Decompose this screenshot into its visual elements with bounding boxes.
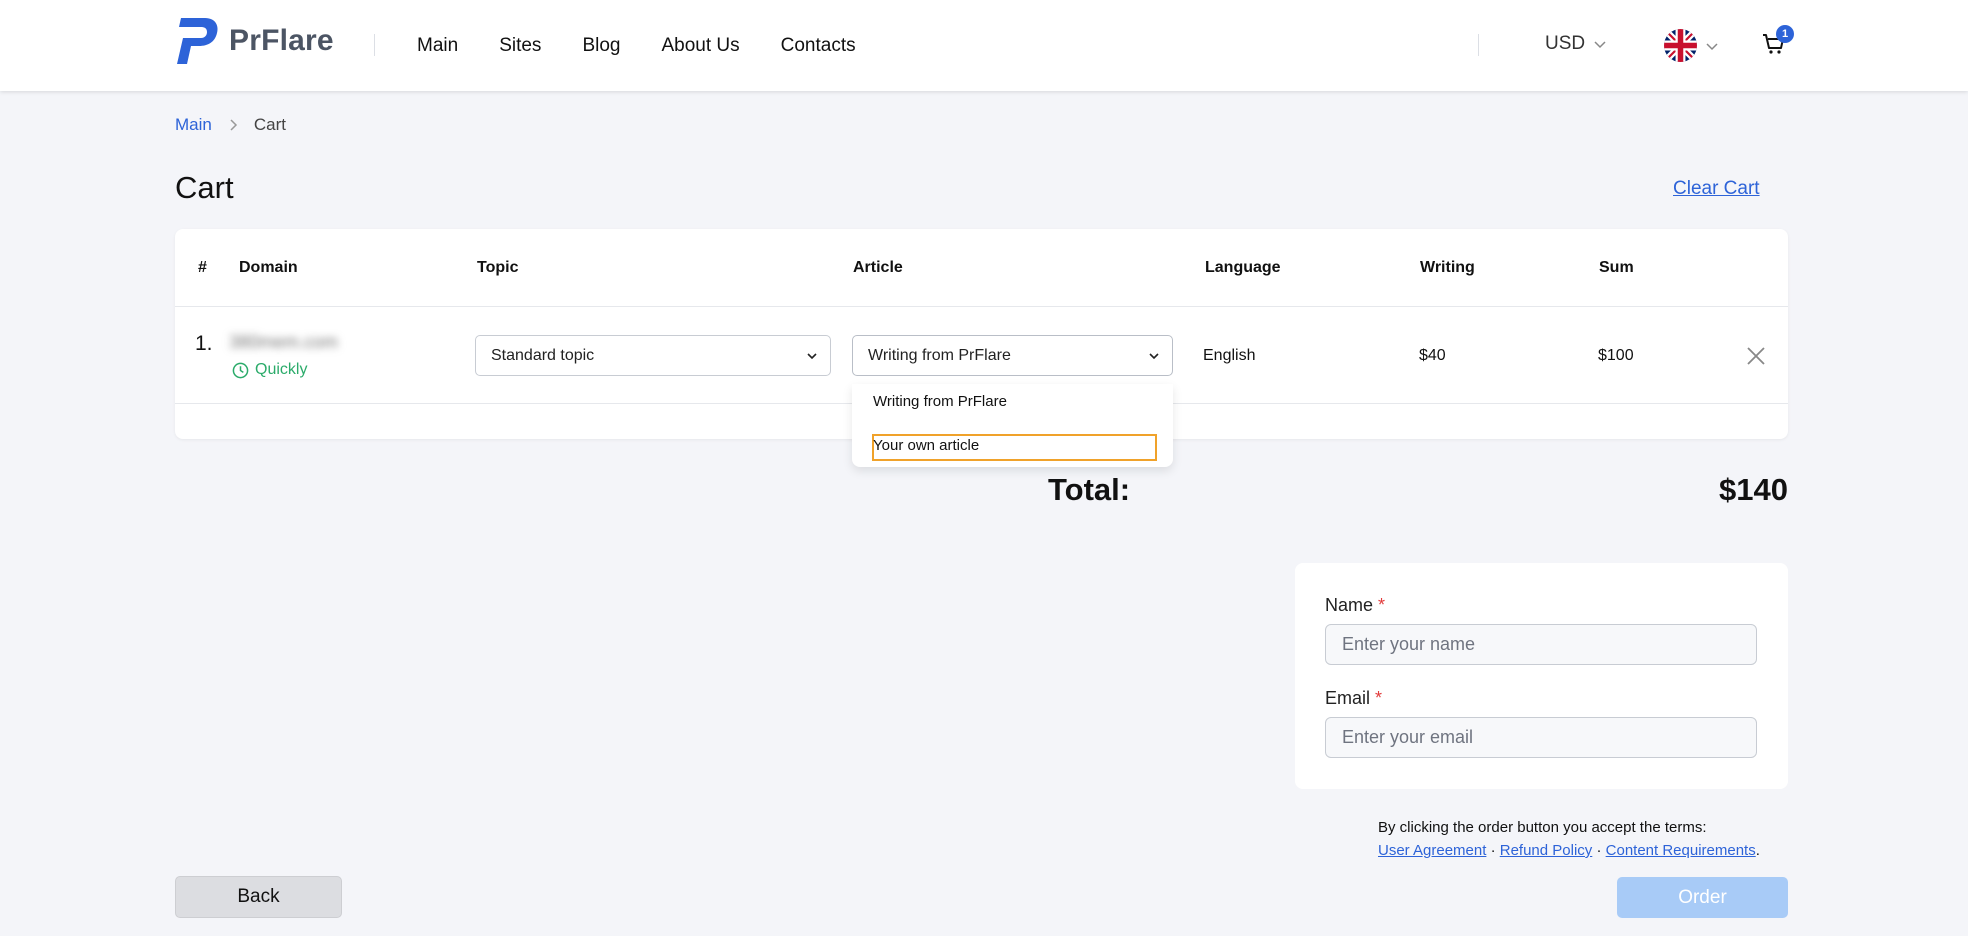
prflare-logo-icon <box>177 18 218 64</box>
email-label: Email * <box>1325 688 1382 709</box>
order-button[interactable]: Order <box>1617 877 1788 918</box>
close-icon[interactable] <box>1746 346 1766 366</box>
required-mark: * <box>1378 595 1386 615</box>
col-header-article: Article <box>853 259 903 276</box>
page-title: Cart <box>175 170 234 205</box>
row-sum: $100 <box>1598 347 1634 364</box>
terms-separator: · <box>1490 842 1496 859</box>
topic-select[interactable]: Standard topic <box>475 335 831 376</box>
col-header-language: Language <box>1205 259 1281 276</box>
col-header-sum: Sum <box>1599 259 1634 276</box>
col-header-num: # <box>198 259 207 276</box>
content-requirements-link[interactable]: Content Requirements <box>1606 842 1756 859</box>
chevron-down-icon <box>1149 353 1159 360</box>
quickly-label: Quickly <box>255 361 308 378</box>
language-selector[interactable] <box>1664 29 1719 62</box>
terms-separator: · <box>1596 842 1602 859</box>
row-language: English <box>1203 347 1256 364</box>
uk-flag-icon <box>1664 29 1697 62</box>
currency-selector[interactable]: USD <box>1545 33 1607 55</box>
required-mark: * <box>1375 688 1383 708</box>
clock-icon <box>232 362 249 378</box>
article-select[interactable]: Writing from PrFlare <box>852 335 1173 376</box>
terms-end: . <box>1755 842 1760 859</box>
row-writing-price: $40 <box>1419 347 1446 364</box>
total-value: $140 <box>1719 472 1788 507</box>
terms-links: User Agreement · Refund Policy · Content… <box>1378 839 1760 862</box>
col-header-domain: Domain <box>239 259 298 276</box>
name-input[interactable] <box>1325 624 1757 665</box>
col-header-writing: Writing <box>1420 259 1475 276</box>
back-button[interactable]: Back <box>175 876 342 918</box>
chevron-down-icon <box>807 353 817 360</box>
main-nav: Main Sites Blog About Us Contacts <box>417 34 897 58</box>
article-option-prflare[interactable]: Writing from PrFlare <box>873 393 1007 410</box>
clear-cart-link[interactable]: Clear Cart <box>1673 178 1760 200</box>
terms-notice: By clicking the order button you accept … <box>1378 816 1760 862</box>
chevron-down-icon <box>1706 42 1718 50</box>
terms-text: By clicking the order button you accept … <box>1378 819 1707 836</box>
brand-logo[interactable]: PrFlare <box>175 16 334 66</box>
site-header: PrFlare Main Sites Blog About Us Contact… <box>0 0 1968 91</box>
breadcrumb-current: Cart <box>253 115 286 134</box>
col-header-topic: Topic <box>477 259 519 276</box>
email-label-text: Email <box>1325 688 1371 708</box>
chevron-right-icon <box>230 119 237 131</box>
currency-value: USD <box>1545 33 1586 54</box>
name-label-text: Name <box>1325 595 1374 615</box>
topic-select-value: Standard topic <box>491 346 595 364</box>
chevron-down-icon <box>1594 41 1606 49</box>
header-divider <box>374 34 375 56</box>
nav-blog[interactable]: Blog <box>582 34 620 58</box>
nav-sites[interactable]: Sites <box>499 34 541 58</box>
order-form: Name * Email * <box>1295 563 1788 789</box>
header-divider <box>1478 34 1479 56</box>
nav-about-us[interactable]: About Us <box>661 34 739 58</box>
header-divider <box>175 306 1788 307</box>
refund-policy-link[interactable]: Refund Policy <box>1500 842 1593 859</box>
row-number: 1. <box>195 332 213 355</box>
cart-count-badge: 1 <box>1776 25 1794 43</box>
total-label: Total: <box>1048 472 1131 507</box>
nav-contacts[interactable]: Contacts <box>781 34 856 58</box>
brand-name: PrFlare <box>229 24 334 57</box>
breadcrumb: Main Cart <box>175 115 286 135</box>
quickly-badge: Quickly <box>232 361 307 379</box>
nav-main[interactable]: Main <box>417 34 458 58</box>
article-option-own[interactable]: Your own article <box>873 437 979 454</box>
row-domain[interactable]: 380mem.com <box>229 332 338 353</box>
name-label: Name * <box>1325 595 1385 616</box>
article-select-value: Writing from PrFlare <box>868 346 1011 364</box>
breadcrumb-main-link[interactable]: Main <box>175 115 212 135</box>
user-agreement-link[interactable]: User Agreement <box>1378 842 1486 859</box>
article-dropdown-menu: Writing from PrFlare Your own article <box>852 384 1173 467</box>
email-input[interactable] <box>1325 717 1757 758</box>
